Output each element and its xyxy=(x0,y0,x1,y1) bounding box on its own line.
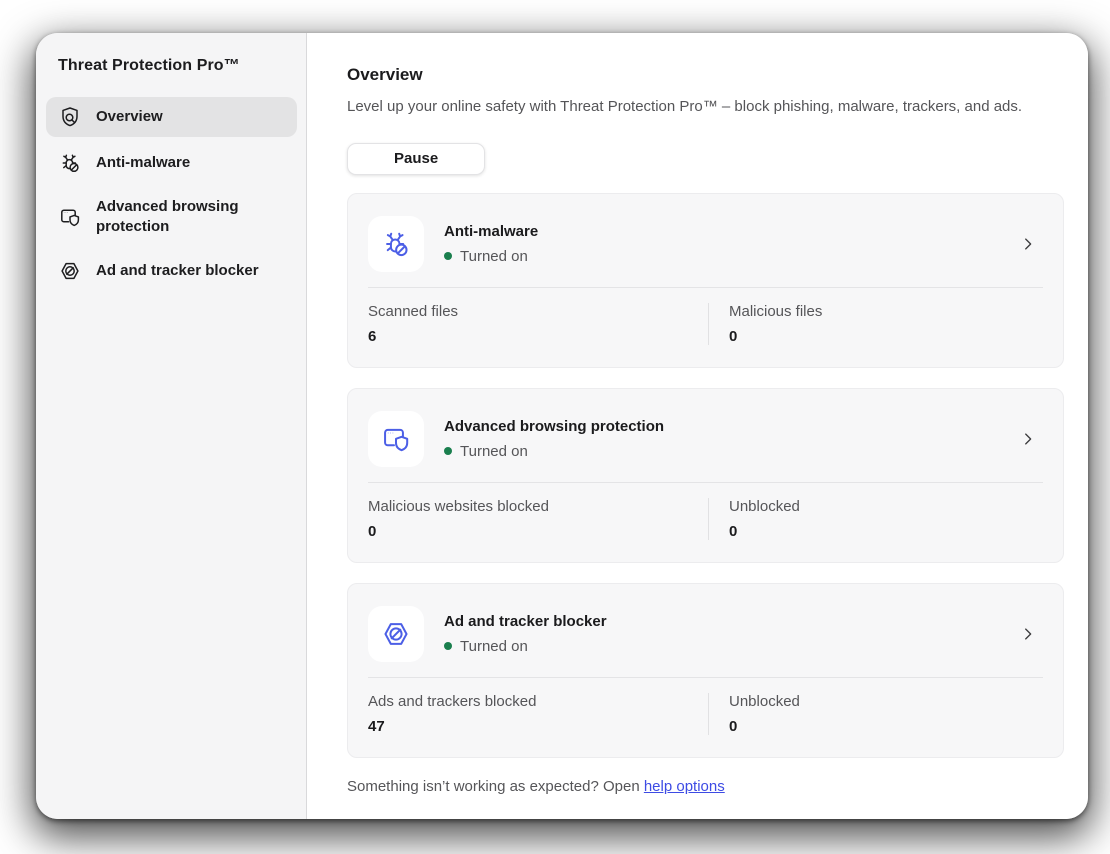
sidebar-item-anti-malware[interactable]: Anti-malware xyxy=(46,143,297,183)
status-row: Turned on xyxy=(444,248,538,265)
shield-search-icon xyxy=(58,105,82,129)
stat: Unblocked 0 xyxy=(729,693,800,735)
sidebar-item-advanced-browsing-protection[interactable]: Advanced browsing protection xyxy=(46,189,297,245)
stat-value: 47 xyxy=(368,718,708,735)
stat-value: 0 xyxy=(368,523,708,540)
card-icon-box xyxy=(368,606,424,662)
stat-value: 6 xyxy=(368,328,708,345)
browser-shield-icon xyxy=(58,205,82,229)
stat-value: 0 xyxy=(729,718,800,735)
sidebar-item-label: Ad and tracker blocker xyxy=(96,261,259,281)
stat: Ads and trackers blocked 47 xyxy=(368,693,708,735)
pause-button[interactable]: Pause xyxy=(347,143,485,175)
stat-value: 0 xyxy=(729,523,800,540)
card-title: Anti-malware xyxy=(444,223,538,240)
card-title-block: Advanced browsing protection Turned on xyxy=(444,418,664,460)
status-text: Turned on xyxy=(460,638,528,655)
card-title-block: Anti-malware Turned on xyxy=(444,223,538,265)
card-header-advanced-browsing-protection[interactable]: Advanced browsing protection Turned on xyxy=(368,411,1043,467)
stat-label: Malicious files xyxy=(729,303,822,320)
stat-label: Unblocked xyxy=(729,498,800,515)
hexagon-slash-icon xyxy=(380,618,412,650)
card-stats: Scanned files 6 Malicious files 0 xyxy=(368,303,1043,345)
sidebar-item-label: Advanced browsing protection xyxy=(96,197,285,237)
sidebar-title: Threat Protection Pro™ xyxy=(58,57,297,75)
sidebar: Threat Protection Pro™ Overview Anti-mal… xyxy=(36,33,307,819)
card-stats: Ads and trackers blocked 47 Unblocked 0 xyxy=(368,693,1043,735)
card-title-block: Ad and tracker blocker Turned on xyxy=(444,613,607,655)
status-text: Turned on xyxy=(460,248,528,265)
sidebar-item-label: Overview xyxy=(96,107,163,127)
bug-blocked-icon xyxy=(380,228,412,260)
card-divider xyxy=(368,287,1043,288)
browser-shield-icon xyxy=(380,423,412,455)
card-advanced-browsing-protection: Advanced browsing protection Turned on M… xyxy=(347,388,1064,563)
status-row: Turned on xyxy=(444,443,664,460)
stat-value: 0 xyxy=(729,328,822,345)
sidebar-item-ad-and-tracker-blocker[interactable]: Ad and tracker blocker xyxy=(46,251,297,291)
card-header-anti-malware[interactable]: Anti-malware Turned on xyxy=(368,216,1043,272)
bug-blocked-icon xyxy=(58,151,82,175)
sidebar-item-overview[interactable]: Overview xyxy=(46,97,297,137)
stat: Scanned files 6 xyxy=(368,303,708,345)
card-header-ad-and-tracker-blocker[interactable]: Ad and tracker blocker Turned on xyxy=(368,606,1043,662)
page-description: Level up your online safety with Threat … xyxy=(347,96,1047,119)
footer-help-text: Something isn’t working as expected? Ope… xyxy=(347,778,640,795)
card-icon-box xyxy=(368,411,424,467)
card-icon-box xyxy=(368,216,424,272)
stat-label: Unblocked xyxy=(729,693,800,710)
help-options-link[interactable]: help options xyxy=(644,778,725,795)
stat: Unblocked 0 xyxy=(729,498,800,540)
sidebar-item-label: Anti-malware xyxy=(96,153,190,173)
card-stats: Malicious websites blocked 0 Unblocked 0 xyxy=(368,498,1043,540)
stat: Malicious files 0 xyxy=(729,303,822,345)
chevron-right-icon[interactable] xyxy=(1019,430,1037,448)
chevron-right-icon[interactable] xyxy=(1019,625,1037,643)
stat-divider xyxy=(708,693,709,735)
stat-divider xyxy=(708,498,709,540)
chevron-right-icon[interactable] xyxy=(1019,235,1037,253)
card-title: Ad and tracker blocker xyxy=(444,613,607,630)
card-divider xyxy=(368,677,1043,678)
stat-label: Ads and trackers blocked xyxy=(368,693,708,710)
stat-label: Malicious websites blocked xyxy=(368,498,708,515)
status-dot xyxy=(444,252,452,260)
card-anti-malware: Anti-malware Turned on Scanned files xyxy=(347,193,1064,368)
main-content: Overview Level up your online safety wit… xyxy=(307,33,1088,819)
status-dot xyxy=(444,447,452,455)
status-row: Turned on xyxy=(444,638,607,655)
feature-cards: Anti-malware Turned on Scanned files xyxy=(347,193,1064,758)
threat-protection-window: Threat Protection Pro™ Overview Anti-mal… xyxy=(36,33,1088,819)
hexagon-slash-icon xyxy=(58,259,82,283)
stat-label: Scanned files xyxy=(368,303,708,320)
status-dot xyxy=(444,642,452,650)
card-title: Advanced browsing protection xyxy=(444,418,664,435)
card-divider xyxy=(368,482,1043,483)
status-text: Turned on xyxy=(460,443,528,460)
page-title: Overview xyxy=(347,65,1064,85)
stat-divider xyxy=(708,303,709,345)
card-ad-and-tracker-blocker: Ad and tracker blocker Turned on Ads and… xyxy=(347,583,1064,758)
stat: Malicious websites blocked 0 xyxy=(368,498,708,540)
footer-help-note: Something isn’t working as expected? Ope… xyxy=(347,778,1064,795)
